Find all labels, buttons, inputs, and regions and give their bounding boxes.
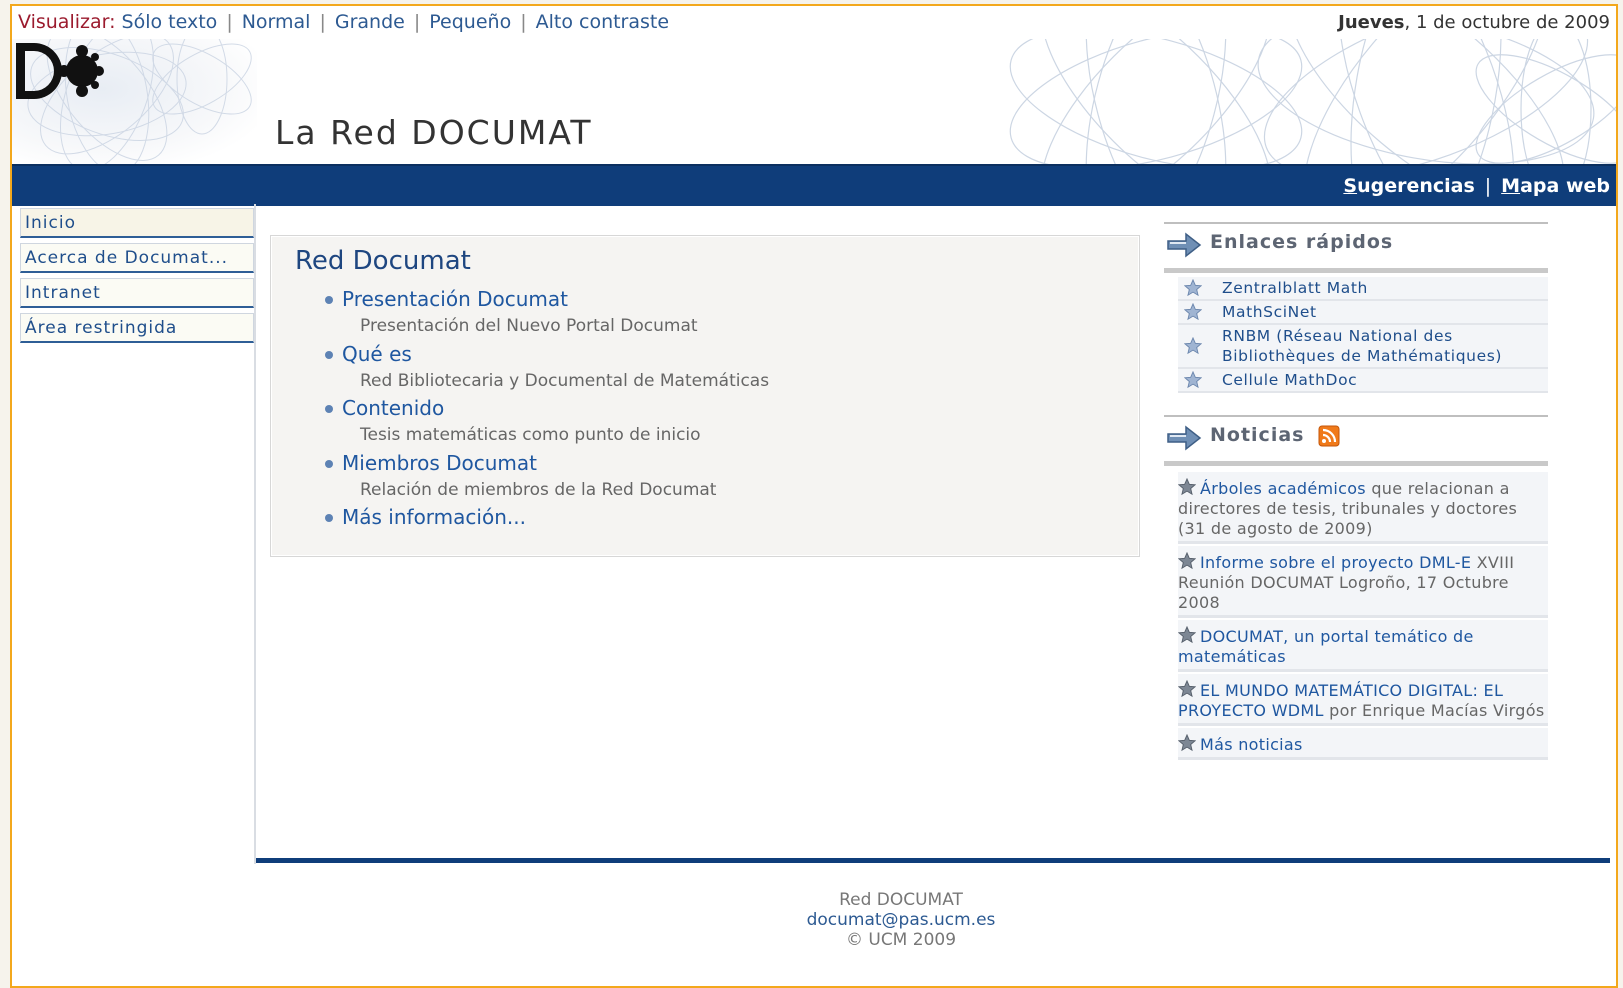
display-options: Visualizar: Sólo texto | Normal | Grande | Peq… (18, 11, 670, 33)
news-link[interactable]: Informe sobre el proyecto DML-E (1200, 553, 1471, 572)
bullet-icon (325, 405, 333, 413)
panel-title: Red Documat (295, 246, 471, 276)
news-title: Noticias (1210, 424, 1305, 446)
news-item: Informe sobre el proyecto DML-E XVIII Re… (1178, 546, 1548, 618)
display-options-bar: Visualizar: Sólo texto | Normal | Grande | Peq… (12, 6, 1616, 40)
main-bar: Sugerencias | Mapa web (12, 164, 1616, 206)
star-icon (1184, 337, 1202, 355)
footer-email-link[interactable]: documat@pas.ucm.es (807, 910, 996, 930)
presentacion-link[interactable]: Presentación Documat (342, 287, 568, 311)
bullet-icon (325, 350, 333, 359)
footer-site-name: Red DOCUMAT (839, 890, 963, 910)
nav-item-inicio[interactable]: Inicio (20, 208, 254, 238)
star-icon (1184, 279, 1202, 297)
news-item: Más noticias (1178, 728, 1548, 760)
utility-links: Sugerencias | Mapa web (1343, 175, 1610, 197)
nav-item-area-restringida[interactable]: Área restringida (20, 313, 254, 343)
star-icon (1184, 371, 1202, 389)
left-navigation: Inicio Acerca de Documat... Intranet Áre… (20, 208, 254, 348)
view-normal-link[interactable]: Normal (242, 11, 311, 33)
site-title: La Red DOCUMAT (275, 113, 593, 152)
news-item: DOCUMAT, un portal temático de matemátic… (1178, 620, 1548, 672)
list-item-desc: Presentación del Nuevo Portal Documat (360, 316, 698, 336)
bullet-icon (325, 296, 333, 304)
que-es-link[interactable]: Qué es (342, 342, 412, 366)
star-icon (1178, 626, 1196, 644)
news-list: Árboles académicos que relacionan a dire… (1178, 472, 1548, 760)
nav-item-intranet[interactable]: Intranet (20, 278, 254, 308)
nav-item-acerca[interactable]: Acerca de Documat... (20, 243, 254, 273)
footer-copyright: © UCM 2009 (845, 930, 957, 950)
miembros-link[interactable]: Miembros Documat (342, 451, 537, 475)
news-header: Noticias (1164, 415, 1548, 466)
mas-informacion-link[interactable]: Más información... (342, 505, 526, 529)
site-header: La Red DOCUMAT (12, 39, 1616, 165)
star-icon (1184, 303, 1202, 321)
view-large-link[interactable]: Grande (335, 11, 405, 33)
news-item: EL MUNDO MATEMÁTICO DIGITAL: EL PROYECTO… (1178, 674, 1548, 726)
arrow-right-icon (1167, 425, 1202, 451)
star-icon (1178, 680, 1196, 698)
quicklink-item[interactable]: Zentralblatt Math (1178, 277, 1548, 301)
news-item: Árboles académicos que relacionan a dire… (1178, 472, 1548, 544)
quicklinks-title: Enlaces rápidos (1210, 231, 1394, 253)
star-icon (1178, 478, 1196, 496)
header-pattern-right (1009, 39, 1616, 165)
quicklink-item[interactable]: Cellule MathDoc (1178, 369, 1548, 393)
quicklinks-list: Zentralblatt Math MathSciNet RNBM (Résea… (1178, 277, 1548, 393)
footer-rule (256, 858, 1610, 863)
sitemap-link[interactable]: Mapa web (1501, 175, 1610, 197)
arrow-right-icon (1167, 232, 1202, 258)
bullet-icon (325, 459, 333, 468)
star-icon (1178, 552, 1196, 570)
list-item-desc: Relación de miembros de la Red Documat (360, 479, 717, 500)
current-date: Jueves, 1 de octubre de 2009 (1338, 12, 1610, 33)
header-pattern-left (12, 39, 257, 165)
view-label: Visualizar: (18, 11, 116, 33)
news-link[interactable]: DOCUMAT, un portal temático de matemátic… (1178, 627, 1474, 666)
page-frame: Visualizar: Sólo texto | Normal | Grande | Peq… (10, 4, 1618, 988)
news-link[interactable]: Árboles académicos (1200, 479, 1366, 498)
quicklink-item[interactable]: MathSciNet (1178, 301, 1548, 325)
star-icon (1178, 734, 1196, 752)
quicklinks-header: Enlaces rápidos (1164, 222, 1548, 273)
footer: Red DOCUMAT documat@pas.ucm.es © UCM 200… (256, 890, 1546, 950)
red-documat-panel: Red Documat Presentación Documat Present… (270, 235, 1140, 557)
view-text-only-link[interactable]: Sólo texto (122, 11, 218, 33)
list-item-desc: Red Bibliotecaria y Documental de Matemá… (360, 370, 770, 391)
view-small-link[interactable]: Pequeño (429, 11, 511, 33)
quicklink-item[interactable]: RNBM (Réseau National des Bibliothèques … (1178, 325, 1548, 369)
right-column: Enlaces rápidos Zentralblatt Math MathSc… (1164, 222, 1548, 762)
documat-logo (16, 43, 104, 99)
list-item-desc: Tesis matemáticas como punto de inicio (360, 425, 701, 445)
view-high-contrast-link[interactable]: Alto contraste (536, 11, 669, 33)
contenido-link[interactable]: Contenido (342, 396, 444, 420)
suggestions-link[interactable]: Sugerencias (1343, 175, 1474, 197)
more-news-link[interactable]: Más noticias (1200, 735, 1303, 754)
bullet-icon (325, 514, 333, 522)
rss-icon[interactable] (1318, 425, 1340, 447)
nav-divider (254, 204, 256, 864)
